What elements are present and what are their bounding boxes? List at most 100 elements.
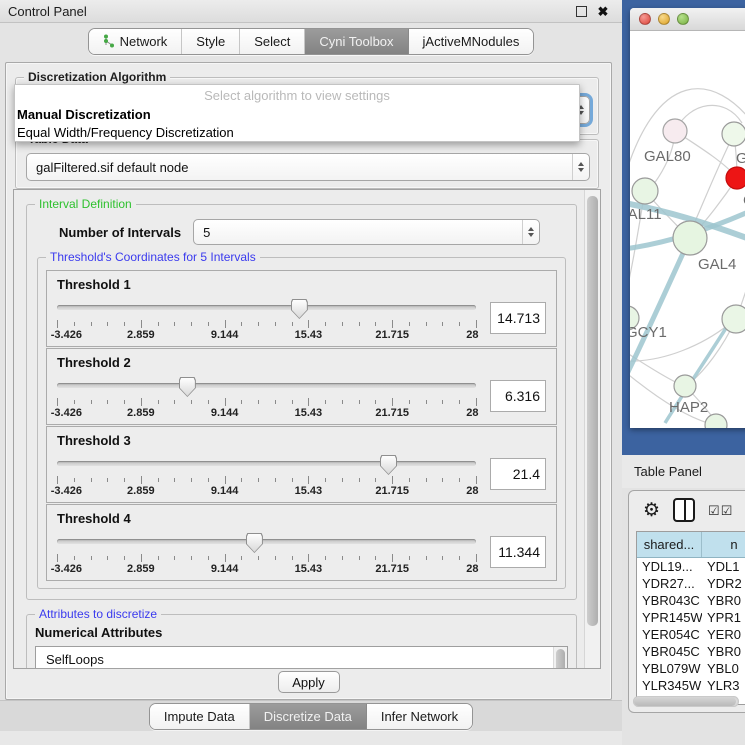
- slider-tick: [275, 322, 276, 326]
- threshold-row: -3.4262.8599.14415.4321.71528: [55, 300, 548, 344]
- slider-tick-label: 21.715: [375, 485, 409, 497]
- mac-zoom-button[interactable]: [677, 13, 689, 25]
- network-node[interactable]: [663, 119, 687, 143]
- network-node[interactable]: [674, 375, 696, 397]
- network-canvas[interactable]: GAL80GACGAL11GAL4GCY1HHAP2: [630, 31, 745, 428]
- settings-scrollpane: Interval Definition Number of Intervals …: [13, 189, 601, 669]
- table-header-row: shared...n: [637, 532, 745, 558]
- slider-ticks: [57, 554, 476, 562]
- split-columns-icon[interactable]: [673, 498, 695, 522]
- network-graph[interactable]: GAL80GACGAL11GAL4GCY1HHAP2: [630, 31, 745, 428]
- table-cell: YER0: [702, 626, 745, 643]
- slider-tick: [107, 322, 108, 326]
- threshold-value-field[interactable]: [490, 380, 546, 412]
- table-cell: YBR0: [702, 643, 745, 660]
- panel-title: Control Panel: [0, 4, 570, 19]
- threshold-value-field[interactable]: [490, 458, 546, 490]
- slider-thumb[interactable]: [179, 377, 196, 397]
- tab-discretize-data[interactable]: Discretize Data: [250, 704, 367, 729]
- table-row[interactable]: YBL079WYBL0: [637, 660, 745, 677]
- slider-tick: [91, 322, 92, 326]
- threshold-panel: Threshold 4-3.4262.8599.14415.4321.71528: [46, 504, 557, 581]
- table-panel-header: Table Panel: [622, 455, 745, 488]
- network-node[interactable]: [705, 414, 727, 428]
- table-column-header[interactable]: n: [702, 532, 745, 557]
- slider-thumb[interactable]: [291, 299, 308, 319]
- slider-thumb[interactable]: [380, 455, 397, 475]
- combo-stepper-icon: [522, 220, 539, 244]
- network-node[interactable]: [673, 221, 707, 255]
- network-node-label: GA: [736, 150, 745, 167]
- slider-tick: [426, 322, 427, 326]
- slider-tick: [275, 556, 276, 560]
- table-data-combobox[interactable]: galFiltered.sif default node: [26, 153, 590, 181]
- threshold-slider[interactable]: -3.4262.8599.14415.4321.71528: [57, 300, 476, 344]
- slider-tick: [325, 322, 326, 326]
- dropdown-item[interactable]: Equal Width/Frequency Discretization: [15, 123, 579, 141]
- table-row[interactable]: YBR043CYBR0: [637, 592, 745, 609]
- float-window-button[interactable]: [570, 3, 592, 19]
- slider-tick: [208, 478, 209, 482]
- slider-tick-labels: -3.4262.8599.14415.4321.71528: [57, 329, 476, 342]
- vertical-scrollbar[interactable]: [584, 190, 600, 668]
- mac-minimize-button[interactable]: [658, 13, 670, 25]
- close-panel-button[interactable]: ✖: [592, 3, 614, 19]
- network-node[interactable]: [726, 167, 745, 189]
- network-node[interactable]: [722, 305, 745, 333]
- tab-select[interactable]: Select: [240, 29, 305, 54]
- slider-tick: [392, 554, 393, 562]
- horizontal-scrollbar[interactable]: [633, 696, 739, 707]
- slider-tick: [442, 322, 443, 326]
- threshold-panel: Threshold 2-3.4262.8599.14415.4321.71528: [46, 348, 557, 425]
- tab-impute-data[interactable]: Impute Data: [150, 704, 250, 729]
- table-row[interactable]: YLR345WYLR3: [637, 677, 745, 694]
- tab-network[interactable]: Network: [89, 29, 183, 54]
- table-row[interactable]: YDR27...YDR2: [637, 575, 745, 592]
- tab-jactivemnodules[interactable]: jActiveMNodules: [409, 29, 534, 54]
- dropdown-item[interactable]: Manual Discretization: [15, 105, 579, 123]
- table-row[interactable]: YPR145WYPR1: [637, 609, 745, 626]
- slider-thumb[interactable]: [246, 533, 263, 553]
- slider-tick: [292, 400, 293, 404]
- table-column-header[interactable]: shared...: [637, 532, 702, 557]
- threshold-value-field[interactable]: [490, 302, 546, 334]
- threshold-row: -3.4262.8599.14415.4321.71528: [55, 534, 548, 578]
- threshold-label: Threshold 1: [57, 277, 548, 292]
- group-title: Discretization Algorithm: [24, 70, 170, 84]
- checkbox-icons[interactable]: ☑☑: [708, 504, 733, 517]
- mac-close-button[interactable]: [639, 13, 651, 25]
- threshold-slider[interactable]: -3.4262.8599.14415.4321.71528: [57, 456, 476, 500]
- apply-button[interactable]: Apply: [278, 671, 340, 693]
- slider-tick: [476, 476, 477, 484]
- threshold-slider[interactable]: -3.4262.8599.14415.4321.71528: [57, 378, 476, 422]
- slider-tick: [342, 400, 343, 404]
- slider-tick: [325, 478, 326, 482]
- threshold-slider[interactable]: -3.4262.8599.14415.4321.71528: [57, 534, 476, 578]
- network-edge[interactable]: [630, 238, 690, 376]
- table-row[interactable]: YDL19...YDL1: [637, 558, 745, 575]
- table-cell: YDR27...: [637, 575, 702, 592]
- vertical-scrollbar-thumb[interactable]: [587, 196, 598, 626]
- numerical-attributes-list[interactable]: SelfLoopsTopologicalCoefficientBetweenne…: [35, 646, 568, 669]
- tab-style[interactable]: Style: [182, 29, 240, 54]
- network-node[interactable]: [632, 178, 658, 204]
- list-scrollbar-thumb[interactable]: [556, 649, 565, 669]
- number-of-intervals-combobox[interactable]: 5: [193, 219, 540, 245]
- list-scrollbar[interactable]: [553, 647, 567, 669]
- algorithm-dropdown-popup: Select algorithm to view settings Manual…: [14, 84, 580, 142]
- attribute-item[interactable]: SelfLoops: [36, 650, 567, 669]
- threshold-panel: Threshold 3-3.4262.8599.14415.4321.71528: [46, 426, 557, 503]
- gear-icon[interactable]: ⚙: [643, 501, 660, 520]
- threshold-value-field[interactable]: [490, 536, 546, 568]
- node-table[interactable]: shared...n YDL19...YDL1YDR27...YDR2YBR04…: [636, 531, 745, 705]
- tab-infer-network[interactable]: Infer Network: [367, 704, 472, 729]
- slider-tick-label: 28: [466, 329, 478, 341]
- network-node[interactable]: [722, 122, 745, 146]
- horizontal-scrollbar-thumb[interactable]: [634, 697, 736, 706]
- table-row[interactable]: YER054CYER0: [637, 626, 745, 643]
- table-row[interactable]: YBR045CYBR0: [637, 643, 745, 660]
- tab-cyni-toolbox[interactable]: Cyni Toolbox: [305, 29, 408, 54]
- slider-tick-label: 2.859: [127, 407, 155, 419]
- slider-tick: [225, 320, 226, 328]
- slider-tick-labels: -3.4262.8599.14415.4321.71528: [57, 563, 476, 576]
